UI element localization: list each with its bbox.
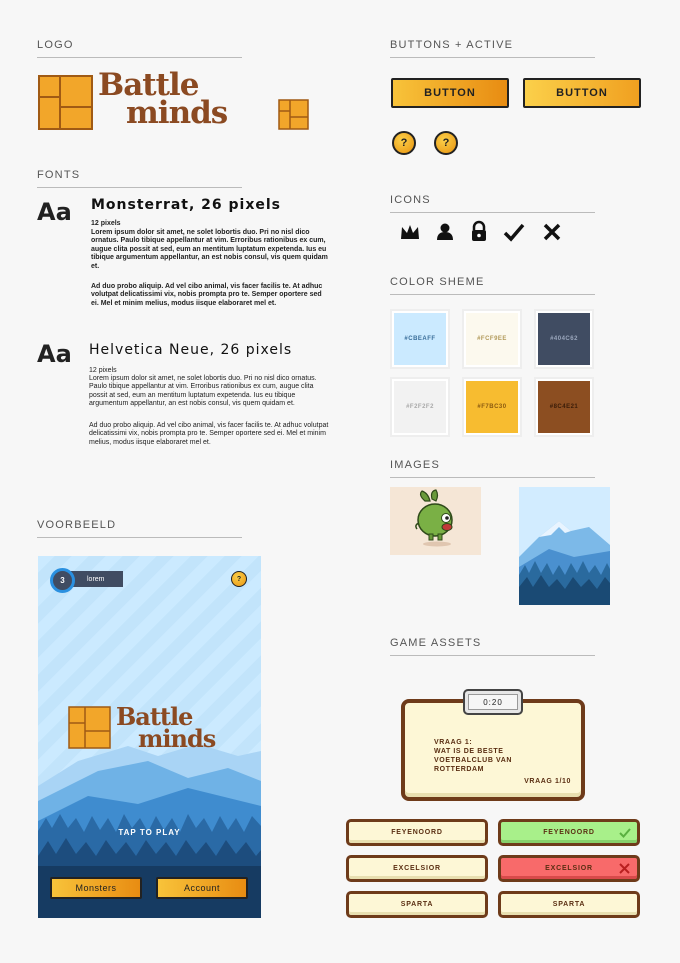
tap-to-play-text[interactable]: TAP TO PLAY [38,828,261,837]
section-title-buttons: BUTTONS + ACTIVE [390,39,595,58]
answer-left-2[interactable]: EXCELSIOR [346,855,488,882]
lock-icon [468,220,490,242]
color-swatch-2: #FCF9EE [462,309,522,369]
color-swatch-1: #CBEAFF [390,309,450,369]
logo-wordmark: Battle minds [98,70,228,131]
account-button[interactable]: Account [156,877,248,899]
color-swatch-label: #F2F2F2 [394,381,446,433]
preview-logo-mark [68,706,111,749]
color-swatch-3: #404C62 [534,309,594,369]
preview-logo-wordmark: Battle minds [116,705,216,753]
logo-word-minds: minds [126,94,228,131]
font-sample-aa-helvetica: Aa [37,340,72,368]
preview-logo-word-minds: minds [138,723,216,753]
logo-mark [38,75,93,130]
font-paragraph-montserrat-2: Ad duo probo aliquip. Ad vel cibo animal… [91,283,323,307]
level-badge: 3 [50,568,75,593]
font-paragraph-helvetica-2: Ad duo probo aliquip. Ad vel cibo animal… [89,422,329,446]
crown-icon [399,221,421,243]
color-swatch-label: #8C4E21 [538,381,590,433]
section-title-fonts: FONTS [37,169,242,188]
timer-badge: 0:20 [463,689,523,715]
section-title-color-scheme: COLOR SHEME [390,276,595,295]
answer-right-wrong-label: EXCELSIOR [545,865,593,872]
answer-right-wrong[interactable]: EXCELSIOR [498,855,640,882]
monster-image [390,487,481,555]
mountain-landscape-image [519,487,610,605]
check-icon [503,221,525,243]
font-paragraph-helvetica-1: Lorem ipsum dolor sit amet, ne solet lob… [89,375,317,408]
answer-left-1[interactable]: FEYENOORD [346,819,488,846]
font-size-montserrat: 12 pixels [91,220,121,227]
close-icon [541,221,563,243]
answer-right-correct[interactable]: FEYENOORD [498,819,640,846]
color-swatch-label: #CBEAFF [394,313,446,365]
color-swatch-label: #FCF9EE [466,313,518,365]
check-icon [619,828,631,838]
help-button-active[interactable]: ? [434,131,458,155]
answer-right-correct-label: FEYENOORD [543,829,595,836]
color-swatch-label: #404C62 [538,313,590,365]
help-button-default[interactable]: ? [392,131,416,155]
monsters-button[interactable]: Monsters [50,877,142,899]
section-title-voorbeeld: VOORBEELD [37,519,242,538]
color-swatch-6: #8C4E21 [534,377,594,437]
color-swatch-5: #F7BC30 [462,377,522,437]
font-title-helvetica: Helvetica Neue, 26 pixels [89,342,293,358]
color-swatch-4: #F2F2F2 [390,377,450,437]
button-default[interactable]: BUTTON [391,78,509,108]
button-active[interactable]: BUTTON [523,78,641,108]
answer-left-3[interactable]: SPARTA [346,891,488,918]
close-icon [619,863,630,874]
question-label: VRAAG 1: [434,739,473,746]
font-sample-aa-montserrat: Aa [37,198,72,226]
answer-right-3[interactable]: SPARTA [498,891,640,918]
preview-screen: 3 lorem ? Battle minds TAP TO PLAY Monst… [38,556,261,918]
question-counter: VRAAG 1/10 [524,778,571,785]
timer-value: 0:20 [468,694,518,710]
section-title-logo: LOGO [37,39,242,58]
username-bar: lorem [70,571,123,587]
preview-help-button[interactable]: ? [231,571,247,587]
section-title-game-assets: GAME ASSETS [390,637,595,656]
section-title-images: IMAGES [390,459,595,478]
section-title-icons: ICONS [390,194,595,213]
font-paragraph-montserrat-1: Lorem ipsum dolor sit amet, ne solet lob… [91,229,328,270]
user-icon [434,221,456,243]
question-text: WAT IS DE BESTE VOETBALCLUB VAN ROTTERDA… [434,748,513,773]
color-swatch-label: #F7BC30 [466,381,518,433]
font-title-montserrat: Monsterrat, 26 pixels [91,197,282,213]
logo-icon-small [278,99,309,130]
